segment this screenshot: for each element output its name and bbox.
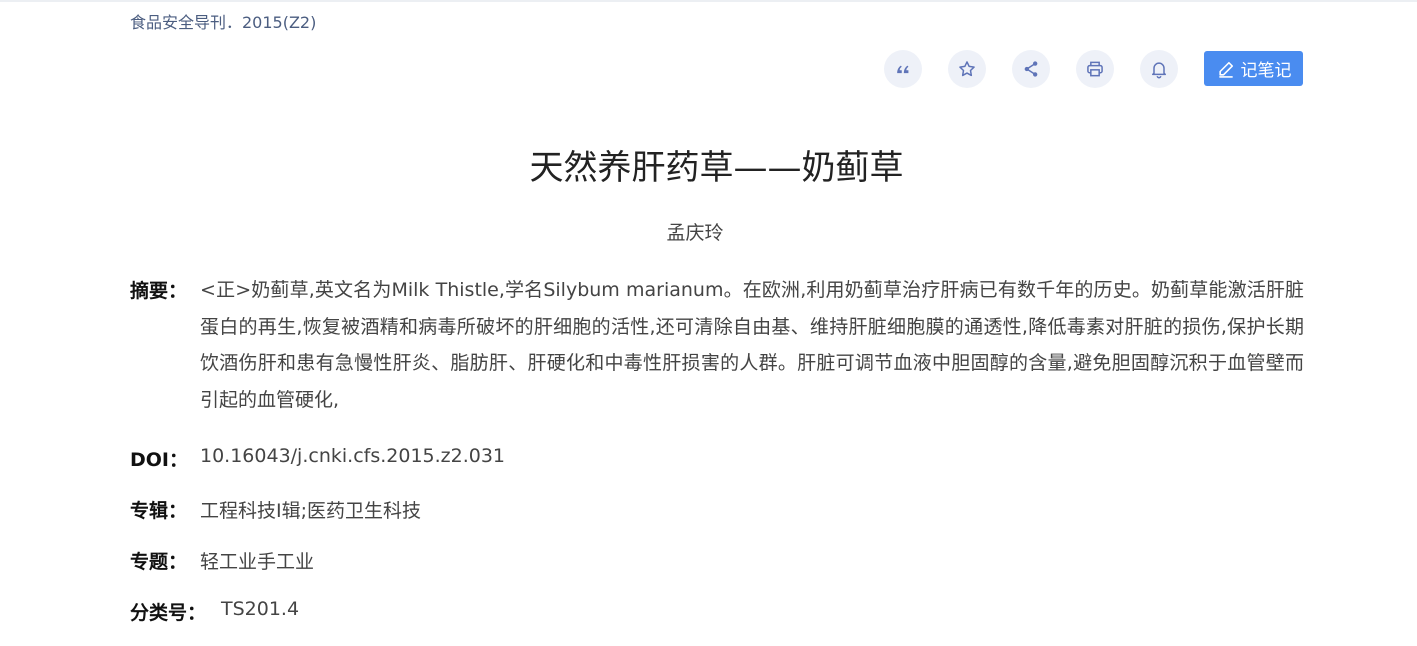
take-notes-button[interactable]: 记笔记: [1204, 51, 1303, 86]
pencil-icon: [1218, 61, 1233, 78]
series-label: 专辑：: [130, 500, 188, 522]
doi-label: DOI：: [130, 449, 188, 471]
favorite-button[interactable]: [948, 50, 986, 88]
article-toolbar: 记笔记: [884, 50, 1304, 88]
abstract-text: <正>奶蓟草,英文名为Milk Thistle,学名Silybum marian…: [200, 279, 1304, 411]
article-author[interactable]: 孟庆玲: [0, 218, 1390, 245]
share-icon: [1024, 61, 1038, 77]
journal-source-link[interactable]: 食品安全导刊．2015(Z2): [130, 9, 316, 33]
quote-button[interactable]: [884, 50, 922, 88]
subject-label: 专题：: [130, 551, 188, 573]
classification-label: 分类号：: [130, 602, 207, 624]
subject-value: 轻工业手工业: [200, 551, 315, 573]
doi-value: 10.16043/j.cnki.cfs.2015.z2.031: [200, 445, 506, 467]
article-title: 天然养肝药草——奶蓟草: [529, 148, 904, 188]
print-button[interactable]: [1076, 50, 1114, 88]
series-value: 工程科技Ⅰ辑;医药卫生科技: [200, 500, 422, 522]
classification-value: TS201.4: [221, 598, 300, 620]
bell-icon: [1152, 62, 1166, 79]
quote-icon: [897, 65, 909, 74]
take-notes-label: 记笔记: [1240, 61, 1292, 81]
star-icon: [959, 61, 975, 77]
notify-button[interactable]: [1140, 50, 1178, 88]
share-button[interactable]: [1012, 50, 1050, 88]
abstract-label: 摘要：: [130, 280, 188, 302]
article-page: 食品安全导刊．2015(Z2) 记笔记 天然养肝药草——奶蓟草 孟庆玲 摘要： …: [0, 0, 1417, 646]
printer-icon: [1087, 61, 1103, 77]
top-divider: [0, 0, 1417, 2]
